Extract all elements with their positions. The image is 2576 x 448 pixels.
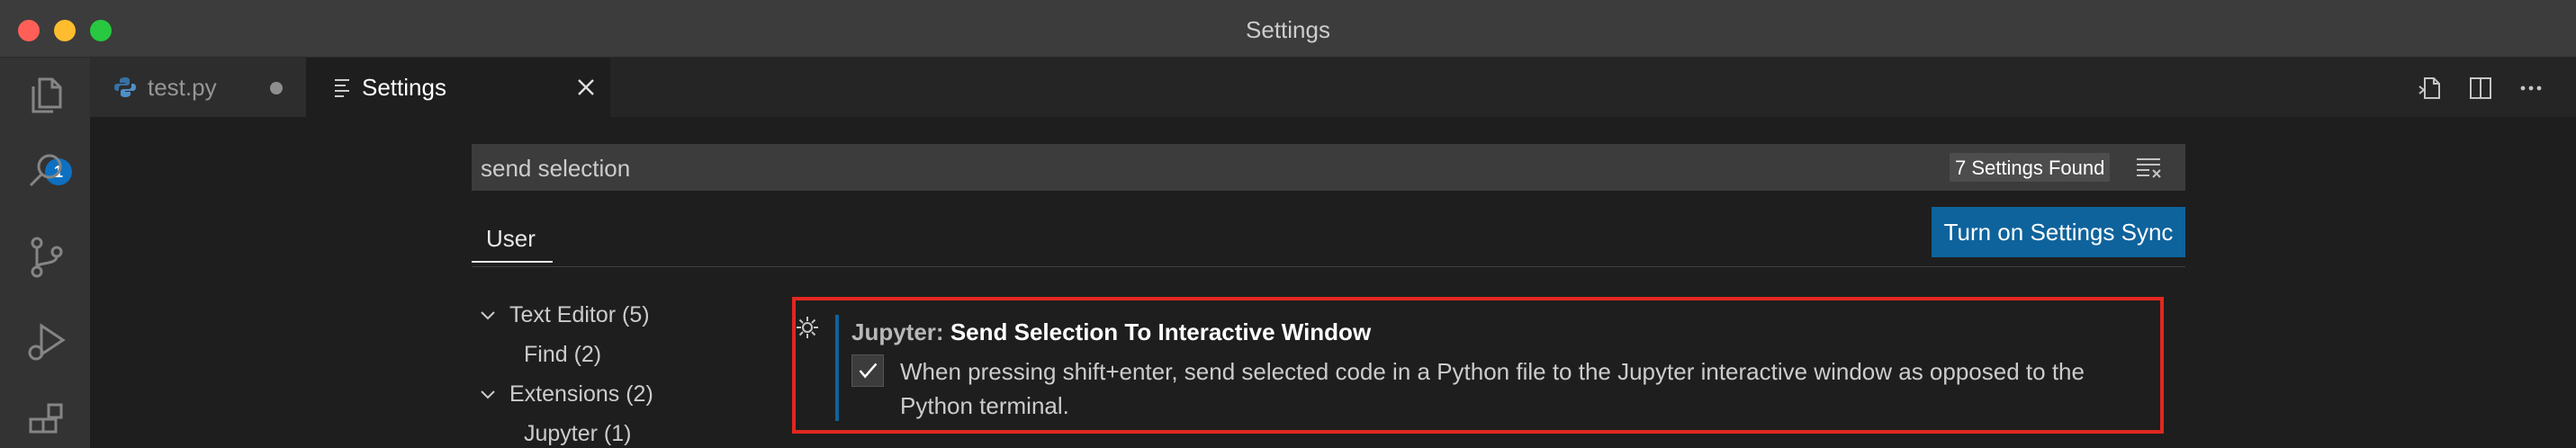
description-line-2: Python terminal.: [900, 392, 1069, 419]
chevron-down-icon[interactable]: [479, 386, 497, 404]
setting-title: Jupyter: Send Selection To Interactive W…: [851, 318, 1371, 346]
tab-settings[interactable]: Settings: [306, 58, 610, 117]
clear-filter-icon[interactable]: [2135, 155, 2164, 180]
tab-label-settings: Settings: [362, 74, 446, 101]
setting-description: When pressing shift+enter, send selected…: [900, 354, 2160, 423]
send-selection-checkbox[interactable]: [851, 354, 884, 387]
split-editor-icon[interactable]: [2466, 74, 2495, 103]
settings-search-input[interactable]: send selection 7 Settings Found: [472, 144, 2185, 191]
setting-category: Jupyter:: [851, 318, 950, 345]
setting-focus-bar: [835, 315, 839, 421]
setting-name: Send Selection To Interactive Window: [950, 318, 1372, 345]
window-title: Settings: [1246, 16, 1330, 43]
search-query: send selection: [481, 155, 631, 182]
tab-bar: test.py Settings: [90, 58, 2576, 117]
python-file-icon: [114, 77, 136, 97]
explorer-icon[interactable]: [23, 72, 70, 119]
toc-item-jupyter[interactable]: Jupyter (1): [524, 421, 631, 447]
unsaved-dot-icon[interactable]: [270, 82, 283, 94]
extensions-icon[interactable]: [23, 401, 70, 448]
more-actions-icon[interactable]: [2517, 74, 2545, 103]
turn-on-settings-sync-button[interactable]: Turn on Settings Sync: [1932, 207, 2185, 257]
open-settings-json-icon[interactable]: [2416, 74, 2445, 103]
toc-item-extensions[interactable]: Extensions (2): [509, 381, 653, 408]
settings-editor-icon: [335, 79, 349, 97]
description-line-1: When pressing shift+enter, send selected…: [900, 358, 2085, 385]
checkmark-icon: [859, 363, 878, 379]
user-scope-tab[interactable]: User: [486, 225, 536, 253]
activity-bar: 1: [0, 58, 90, 448]
results-count-badge: 7 Settings Found: [1950, 153, 2111, 182]
scope-tab-indicator: [472, 261, 553, 263]
run-debug-icon[interactable]: [23, 318, 70, 365]
chevron-down-icon[interactable]: [479, 307, 497, 325]
source-control-icon[interactable]: [23, 234, 70, 281]
title-bar: Settings: [0, 0, 2576, 58]
toc-item-find[interactable]: Find (2): [524, 342, 601, 368]
scope-divider: [472, 266, 2185, 267]
toc-item-text-editor[interactable]: Text Editor (5): [509, 302, 650, 328]
gear-icon[interactable]: [794, 314, 821, 341]
close-icon[interactable]: [572, 74, 599, 101]
tab-test-py[interactable]: test.py: [90, 58, 306, 117]
editor-actions: [2416, 74, 2551, 103]
search-icon[interactable]: [23, 148, 70, 194]
tab-label-test-py: test.py: [148, 74, 217, 101]
